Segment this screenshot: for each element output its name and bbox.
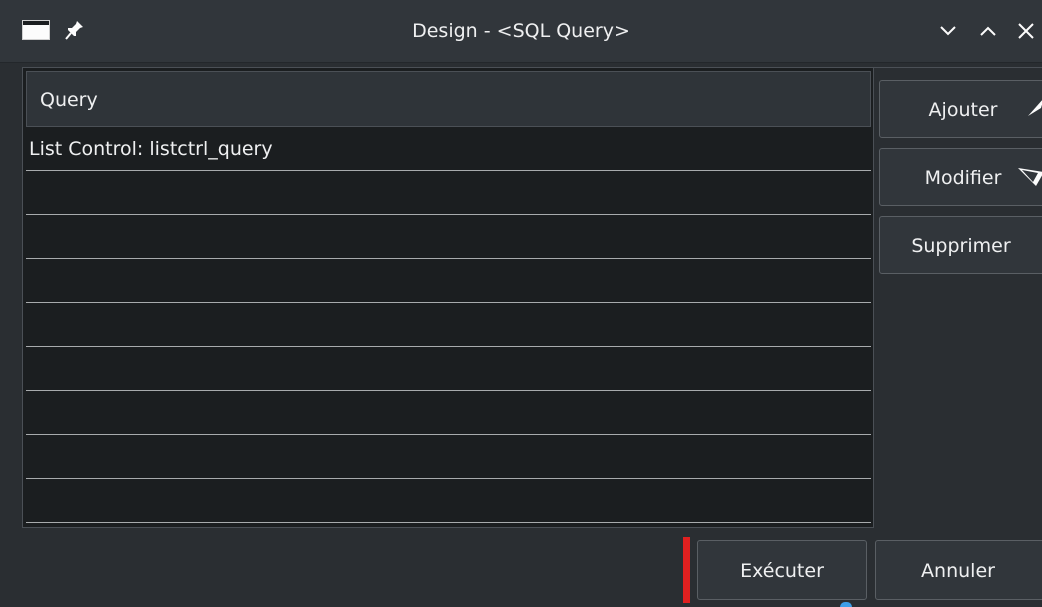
cancel-button[interactable]: Annuler xyxy=(875,540,1042,600)
delete-button[interactable]: Supprimer xyxy=(879,216,1042,274)
cancel-button-label: Annuler xyxy=(921,560,995,582)
execute-button-label: Exécuter xyxy=(740,560,824,582)
add-button-label: Ajouter xyxy=(928,99,998,121)
list-rows: List Control: listctrl_query xyxy=(26,127,871,523)
column-header-query[interactable]: Query xyxy=(26,71,871,127)
list-item[interactable] xyxy=(26,171,871,215)
query-list-control[interactable]: Query List Control: listctrl_query xyxy=(22,67,874,528)
edit-button-label: Modifier xyxy=(924,167,1002,189)
cursor-arrow-icon xyxy=(1028,100,1042,116)
window-title: Design - <SQL Query> xyxy=(412,20,630,42)
delete-button-label: Supprimer xyxy=(911,235,1011,257)
list-item[interactable] xyxy=(26,347,871,391)
execute-button[interactable]: Exécuter xyxy=(697,540,867,600)
chevron-down-icon[interactable] xyxy=(936,18,960,44)
mouse-cursor-indicator xyxy=(840,602,852,607)
list-item[interactable] xyxy=(26,479,871,523)
list-item[interactable] xyxy=(26,259,871,303)
title-bar[interactable]: Design - <SQL Query> xyxy=(0,0,1042,63)
list-item[interactable] xyxy=(26,215,871,259)
list-item[interactable] xyxy=(26,303,871,347)
side-panel-divider xyxy=(874,67,1042,68)
add-button[interactable]: Ajouter xyxy=(879,80,1042,138)
list-item[interactable]: List Control: listctrl_query xyxy=(26,127,871,171)
cursor-arrow-icon xyxy=(1018,168,1042,186)
chevron-up-icon[interactable] xyxy=(976,18,1000,44)
list-item[interactable] xyxy=(26,391,871,435)
column-header-label: Query xyxy=(40,89,98,111)
dialog-window: Design - <SQL Query> Query List Control:… xyxy=(0,0,1042,607)
focus-marker xyxy=(683,537,690,603)
close-icon[interactable] xyxy=(1014,18,1038,44)
list-item[interactable] xyxy=(26,435,871,479)
